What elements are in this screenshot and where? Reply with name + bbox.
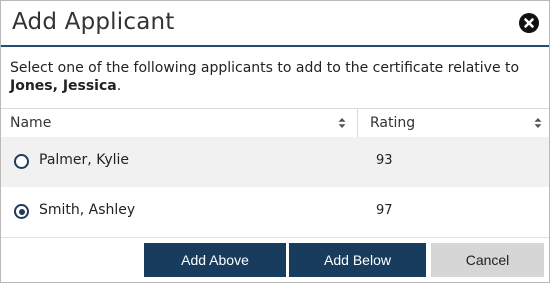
- column-header-name[interactable]: Name: [1, 109, 358, 137]
- instructions-text: Select one of the following applicants t…: [10, 60, 520, 76]
- applicant-name: Palmer, Kylie: [39, 152, 130, 168]
- add-above-button[interactable]: Add Above: [144, 243, 286, 277]
- table-row[interactable]: Smith, Ashley 97: [1, 187, 549, 237]
- applicant-rating: 93: [376, 153, 393, 168]
- applicant-radio[interactable]: [14, 204, 29, 219]
- footer-divider: [1, 237, 549, 238]
- dialog-instructions: Select one of the following applicants t…: [10, 59, 540, 95]
- applicant-name: Smith, Ashley: [39, 202, 136, 218]
- applicant-rating: 97: [376, 203, 393, 218]
- column-label-name: Name: [10, 115, 52, 131]
- relative-applicant-name: Jones, Jessica: [10, 78, 117, 94]
- column-header-rating[interactable]: Rating: [358, 109, 549, 137]
- dialog-header: Add Applicant: [1, 1, 549, 47]
- applicant-radio[interactable]: [14, 154, 29, 169]
- table-row[interactable]: Palmer, Kylie 93: [1, 137, 549, 187]
- dialog-title: Add Applicant: [12, 9, 175, 35]
- sort-icon: [534, 118, 542, 128]
- cancel-button[interactable]: Cancel: [431, 243, 544, 277]
- add-below-button[interactable]: Add Below: [289, 243, 426, 277]
- sort-icon: [338, 118, 346, 128]
- grid-header: Name Rating: [1, 108, 549, 138]
- column-label-rating: Rating: [370, 115, 416, 131]
- close-icon[interactable]: [519, 13, 539, 33]
- add-applicant-dialog: Add Applicant Select one of the followin…: [0, 0, 550, 283]
- instructions-period: .: [116, 78, 122, 94]
